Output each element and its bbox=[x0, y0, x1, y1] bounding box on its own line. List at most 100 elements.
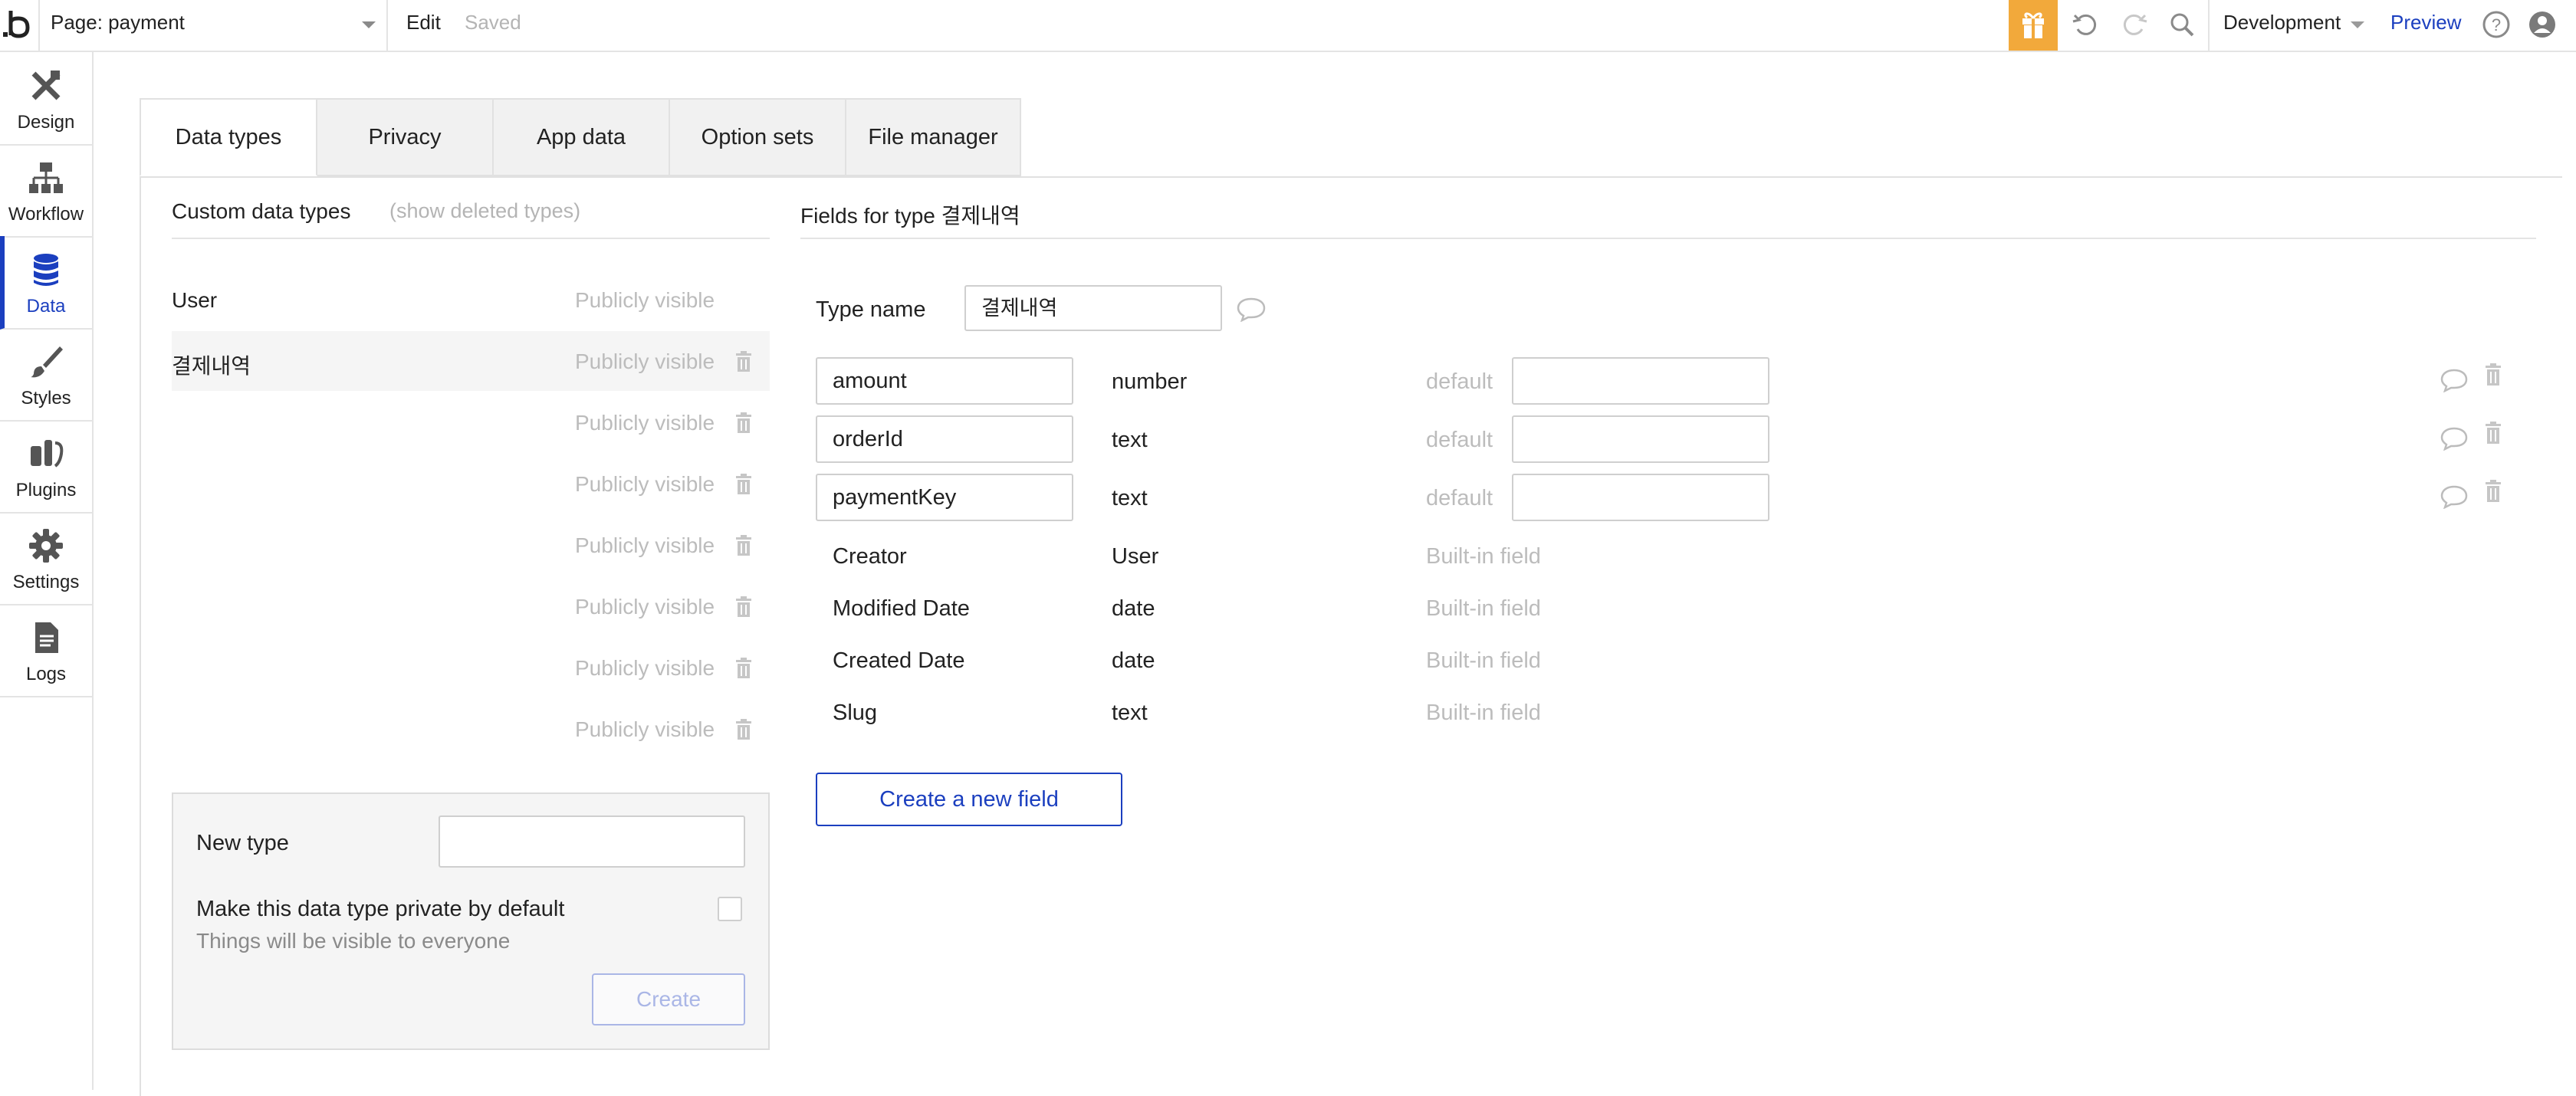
user-icon bbox=[2529, 11, 2555, 38]
type-visibility: Publicly visible bbox=[575, 288, 715, 312]
new-type-input[interactable] bbox=[439, 815, 745, 868]
trash-icon[interactable] bbox=[734, 658, 753, 679]
sidebar-item-label: Plugins bbox=[15, 480, 77, 500]
comment-icon[interactable] bbox=[2440, 484, 2469, 509]
field-default-input[interactable] bbox=[1512, 474, 1769, 521]
comment-icon[interactable] bbox=[1236, 296, 1267, 322]
field-name-input[interactable]: paymentKey bbox=[816, 474, 1073, 521]
type-visibility: Publicly visible bbox=[575, 411, 715, 435]
gift-button[interactable] bbox=[2009, 0, 2058, 51]
tab-option-sets[interactable]: Option sets bbox=[669, 98, 846, 176]
type-row[interactable]: Publicly visible bbox=[172, 699, 770, 759]
field-default-label: default bbox=[1426, 428, 1493, 452]
trash-icon[interactable] bbox=[734, 719, 753, 740]
undo-button[interactable] bbox=[2070, 9, 2101, 40]
sidebar-item-label: Design bbox=[17, 112, 75, 133]
trash-icon[interactable] bbox=[734, 351, 753, 372]
type-row[interactable]: Publicly visible bbox=[172, 576, 770, 636]
field-type: text bbox=[1112, 486, 1148, 510]
field-name-input[interactable]: orderId bbox=[816, 415, 1073, 463]
builtin-field-name: Slug bbox=[833, 701, 878, 725]
sidebar-item-logs[interactable]: Logs bbox=[0, 604, 92, 697]
type-row[interactable]: Publicly visible bbox=[172, 454, 770, 514]
account-button[interactable] bbox=[2527, 9, 2558, 40]
type-visibility: Publicly visible bbox=[575, 595, 715, 619]
builtin-field-name: Created Date bbox=[833, 648, 965, 673]
field-default-input[interactable] bbox=[1512, 415, 1769, 463]
private-by-default-label: Make this data type private by default bbox=[196, 897, 565, 921]
field-type: number bbox=[1112, 369, 1188, 394]
type-visibility: Publicly visible bbox=[575, 472, 715, 496]
trash-icon[interactable] bbox=[734, 535, 753, 556]
builtin-field-type: User bbox=[1112, 544, 1159, 569]
type-row[interactable]: Publicly visible bbox=[172, 515, 770, 575]
sidebar-item-design[interactable]: Design bbox=[0, 52, 92, 146]
type-visibility: Publicly visible bbox=[575, 533, 715, 557]
create-type-button[interactable]: Create bbox=[592, 973, 745, 1025]
type-name: User bbox=[172, 288, 218, 312]
type-name: 결제내역 bbox=[172, 354, 251, 378]
sidebar-item-label: Styles bbox=[21, 388, 71, 409]
tab-file-manager[interactable]: File manager bbox=[845, 98, 1021, 176]
save-status: Saved bbox=[465, 11, 521, 34]
sidebar-item-data[interactable]: Data bbox=[0, 236, 92, 330]
gear-icon bbox=[29, 529, 63, 563]
field-name-input[interactable]: amount bbox=[816, 357, 1073, 405]
trash-icon[interactable] bbox=[734, 596, 753, 618]
create-new-field-button[interactable]: Create a new field bbox=[816, 773, 1122, 826]
help-button[interactable]: ? bbox=[2481, 9, 2512, 40]
type-row-selected[interactable]: 결제내역 Publicly visible bbox=[172, 331, 770, 391]
search-button[interactable] bbox=[2167, 9, 2197, 40]
page-selector[interactable]: Page: payment bbox=[38, 0, 388, 51]
undo-icon bbox=[2072, 14, 2097, 35]
fields-title: Fields for type 결제내역 bbox=[800, 204, 1020, 228]
workflow-icon bbox=[29, 162, 63, 193]
redo-button[interactable] bbox=[2119, 9, 2150, 40]
design-icon bbox=[31, 71, 61, 100]
brush-icon bbox=[31, 346, 63, 378]
type-row[interactable]: Publicly visible bbox=[172, 392, 770, 452]
tab-privacy[interactable]: Privacy bbox=[316, 98, 494, 176]
private-by-default-checkbox[interactable] bbox=[718, 897, 742, 921]
environment-selector[interactable]: Development bbox=[2208, 0, 2378, 51]
trash-icon[interactable] bbox=[734, 412, 753, 434]
page-selector-label: Page: payment bbox=[51, 11, 185, 34]
type-name-label: Type name bbox=[816, 297, 926, 322]
sidebar-item-plugins[interactable]: Plugins bbox=[0, 420, 92, 514]
chevron-down-icon bbox=[2351, 21, 2364, 28]
trash-icon[interactable] bbox=[2484, 422, 2502, 445]
type-row[interactable]: Publicly visible bbox=[172, 638, 770, 697]
field-default-label: default bbox=[1426, 369, 1493, 394]
preview-link[interactable]: Preview bbox=[2390, 11, 2461, 34]
search-icon bbox=[2170, 13, 2194, 37]
document-icon bbox=[35, 622, 58, 653]
plug-icon bbox=[31, 440, 64, 468]
comment-icon[interactable] bbox=[2440, 426, 2469, 451]
left-sidebar: Design Workflow Data Styles Plugins Sett… bbox=[0, 52, 94, 1090]
bubble-logo-icon[interactable] bbox=[0, 0, 38, 51]
builtin-field-type: date bbox=[1112, 648, 1155, 673]
type-visibility: Publicly visible bbox=[575, 349, 715, 373]
database-icon bbox=[34, 254, 58, 286]
builtin-field-flag: Built-in field bbox=[1426, 544, 1541, 569]
comment-icon[interactable] bbox=[2440, 368, 2469, 392]
tab-data-types[interactable]: Data types bbox=[140, 98, 317, 176]
sidebar-item-settings[interactable]: Settings bbox=[0, 512, 92, 605]
type-visibility: Publicly visible bbox=[575, 656, 715, 680]
trash-icon[interactable] bbox=[2484, 480, 2502, 503]
trash-icon[interactable] bbox=[734, 474, 753, 495]
field-default-label: default bbox=[1426, 486, 1493, 510]
type-name-input[interactable]: 결제내역 bbox=[964, 285, 1222, 331]
field-type: text bbox=[1112, 428, 1148, 452]
show-deleted-types-link[interactable]: (show deleted types) bbox=[389, 199, 580, 223]
builtin-field-name: Creator bbox=[833, 544, 907, 569]
edit-menu[interactable]: Edit bbox=[406, 11, 441, 34]
top-bar: Page: payment Edit Saved Development Pre… bbox=[0, 0, 2576, 52]
field-default-input[interactable] bbox=[1512, 357, 1769, 405]
sidebar-item-styles[interactable]: Styles bbox=[0, 328, 92, 422]
sidebar-item-workflow[interactable]: Workflow bbox=[0, 144, 92, 238]
builtin-field-type: date bbox=[1112, 596, 1155, 621]
type-row-user[interactable]: User Publicly visible bbox=[172, 270, 770, 330]
tab-app-data[interactable]: App data bbox=[492, 98, 670, 176]
trash-icon[interactable] bbox=[2484, 363, 2502, 386]
